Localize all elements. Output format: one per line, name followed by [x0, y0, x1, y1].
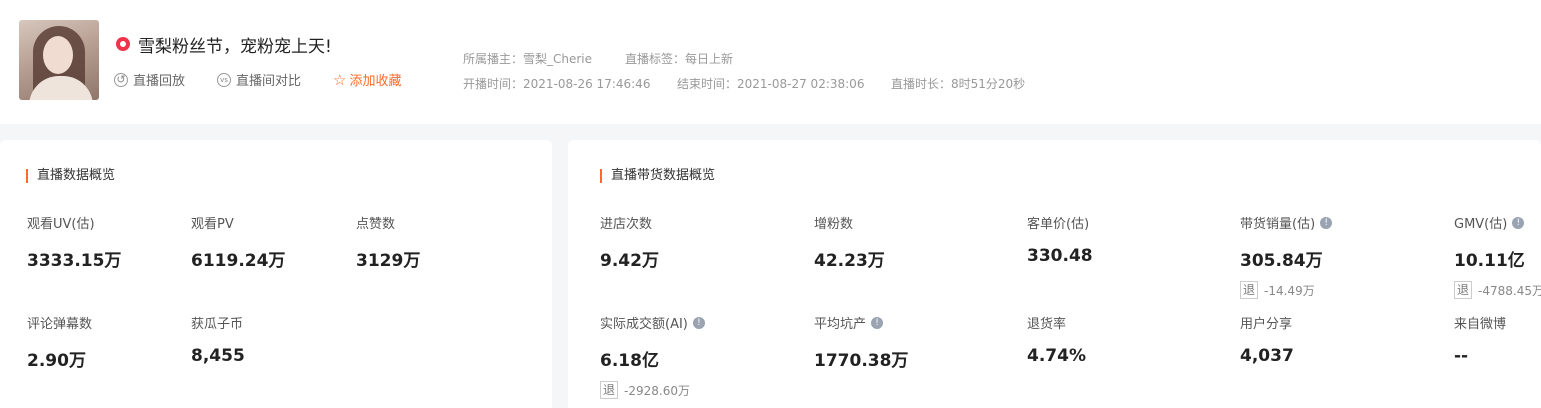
- metric-value: 4,037: [1240, 346, 1294, 366]
- live-title: 雪梨粉丝节，宠粉宠上天!: [138, 36, 332, 57]
- metric-from-weibo: 来自微博 --: [1454, 313, 1506, 366]
- favorite-button[interactable]: ☆ 添加收藏: [333, 70, 402, 90]
- metric-value: 10.11亿: [1454, 251, 1525, 271]
- refund-value: -14.49万: [1264, 283, 1315, 298]
- metric-label: 平均坑产 !: [814, 313, 908, 332]
- compare-button[interactable]: vs 直播间对比: [217, 70, 301, 89]
- metric-avg-order: 客单价(估) 330.48: [1027, 213, 1093, 266]
- metric-value: 2.90万: [27, 351, 86, 371]
- meta-host: 所属播主：雪梨_Cherie: [463, 52, 593, 66]
- metric-label: 增粉数: [814, 217, 854, 232]
- metric-label: 客单价(估): [1027, 217, 1090, 232]
- live-header: 雪梨粉丝节，宠粉宠上天! ↺ 直播回放 vs 直播间对比 ☆ 添加收藏 所属播主…: [0, 0, 1541, 124]
- metric-label: 评论弹幕数: [27, 317, 93, 332]
- meta-end: 结束时间：2021-08-27 02:38:06: [677, 77, 865, 91]
- refund-row: 退 -4788.45万: [1454, 281, 1541, 299]
- replay-icon: ↺: [114, 72, 128, 87]
- metric-label-text: 带货销量(估): [1240, 217, 1316, 232]
- metric-value: 305.84万: [1240, 251, 1323, 271]
- metric-value: 330.48: [1027, 246, 1093, 266]
- refund-value: -4788.45万: [1478, 283, 1541, 298]
- live-icon: [116, 37, 130, 51]
- compare-label: 直播间对比: [236, 74, 302, 89]
- metric-avg-output: 平均坑产 ! 1770.38万: [814, 313, 908, 371]
- meta-tag: 直播标签：每日上新: [625, 52, 734, 66]
- metric-pv: 观看PV 6119.24万: [191, 213, 285, 271]
- metric-actual-gmv: 实际成交额(AI) ! 6.18亿 退 -2928.60万: [600, 313, 705, 399]
- metric-label: GMV(估) !: [1454, 213, 1541, 232]
- metric-label: 实际成交额(AI) !: [600, 313, 705, 332]
- info-icon[interactable]: !: [692, 316, 705, 329]
- refund-tag: 退: [1240, 281, 1259, 299]
- metric-gmv: GMV(估) ! 10.11亿 退 -4788.45万: [1454, 213, 1541, 299]
- metric-label: 退货率: [1027, 317, 1067, 332]
- refund-value: -2928.60万: [624, 383, 690, 398]
- metric-comments: 评论弹幕数 2.90万: [27, 313, 92, 371]
- metric-label: 来自微博: [1454, 317, 1507, 332]
- header-actions: ↺ 直播回放 vs 直播间对比 ☆ 添加收藏: [114, 70, 434, 89]
- metric-value: 8,455: [191, 346, 245, 366]
- metric-label: 用户分享: [1240, 317, 1293, 332]
- metric-value: 3333.15万: [27, 251, 122, 271]
- metric-value: 1770.38万: [814, 351, 909, 371]
- metric-label-text: 实际成交额(AI): [600, 317, 688, 332]
- metric-value: 42.23万: [814, 251, 885, 271]
- metric-label: 观看UV(估): [27, 217, 95, 232]
- metric-label: 观看PV: [191, 217, 234, 232]
- metric-likes: 点赞数 3129万: [356, 213, 420, 271]
- host-avatar[interactable]: [19, 20, 99, 100]
- meta-duration: 直播时长：8时51分20秒: [891, 77, 1026, 91]
- refund-row: 退 -14.49万: [1240, 281, 1332, 299]
- metric-return-rate: 退货率 4.74%: [1027, 313, 1086, 366]
- metric-label: 点赞数: [356, 217, 396, 232]
- metric-label-text: GMV(估): [1454, 217, 1508, 232]
- metric-value: 4.74%: [1027, 346, 1086, 366]
- sales-overview-title: 直播带货数据概览: [600, 169, 715, 183]
- info-icon[interactable]: !: [1320, 216, 1333, 229]
- meta-start: 开播时间：2021-08-26 17:46:46: [463, 77, 651, 91]
- metric-value: 3129万: [356, 251, 421, 271]
- replay-label: 直播回放: [133, 74, 186, 89]
- metric-sales-volume: 带货销量(估) ! 305.84万 退 -14.49万: [1240, 213, 1333, 299]
- compare-icon: vs: [217, 72, 232, 87]
- metric-label: 获瓜子币: [191, 317, 244, 332]
- live-overview-title: 直播数据概览: [26, 169, 115, 183]
- metric-label: 带货销量(估) !: [1240, 213, 1333, 232]
- refund-row: 退 -2928.60万: [600, 381, 705, 399]
- metric-uv: 观看UV(估) 3333.15万: [27, 213, 121, 271]
- metric-new-fans: 增粉数 42.23万: [814, 213, 885, 271]
- title-row: 雪梨粉丝节，宠粉宠上天!: [116, 33, 332, 57]
- replay-button[interactable]: ↺ 直播回放: [114, 70, 185, 89]
- metric-value: --: [1454, 346, 1469, 366]
- live-overview-panel: 直播数据概览 观看UV(估) 3333.15万 观看PV 6119.24万 点赞…: [0, 140, 552, 408]
- info-icon[interactable]: !: [1512, 216, 1525, 229]
- info-icon[interactable]: !: [871, 316, 884, 329]
- metric-value: 6.18亿: [600, 351, 659, 371]
- metric-label: 进店次数: [600, 217, 653, 232]
- refund-tag: 退: [1454, 281, 1473, 299]
- refund-tag: 退: [600, 381, 619, 399]
- favorite-label: 添加收藏: [349, 74, 402, 89]
- sales-overview-panel: 直播带货数据概览 进店次数 9.42万 增粉数 42.23万 客单价(估) 33…: [568, 140, 1541, 408]
- metric-coins: 获瓜子币 8,455: [191, 313, 245, 366]
- metric-label-text: 平均坑产: [814, 317, 867, 332]
- metric-store-visits: 进店次数 9.42万: [600, 213, 659, 271]
- metric-value: 6119.24万: [191, 251, 286, 271]
- metric-user-shares: 用户分享 4,037: [1240, 313, 1294, 366]
- metric-value: 9.42万: [600, 251, 659, 271]
- star-icon: ☆: [333, 70, 347, 89]
